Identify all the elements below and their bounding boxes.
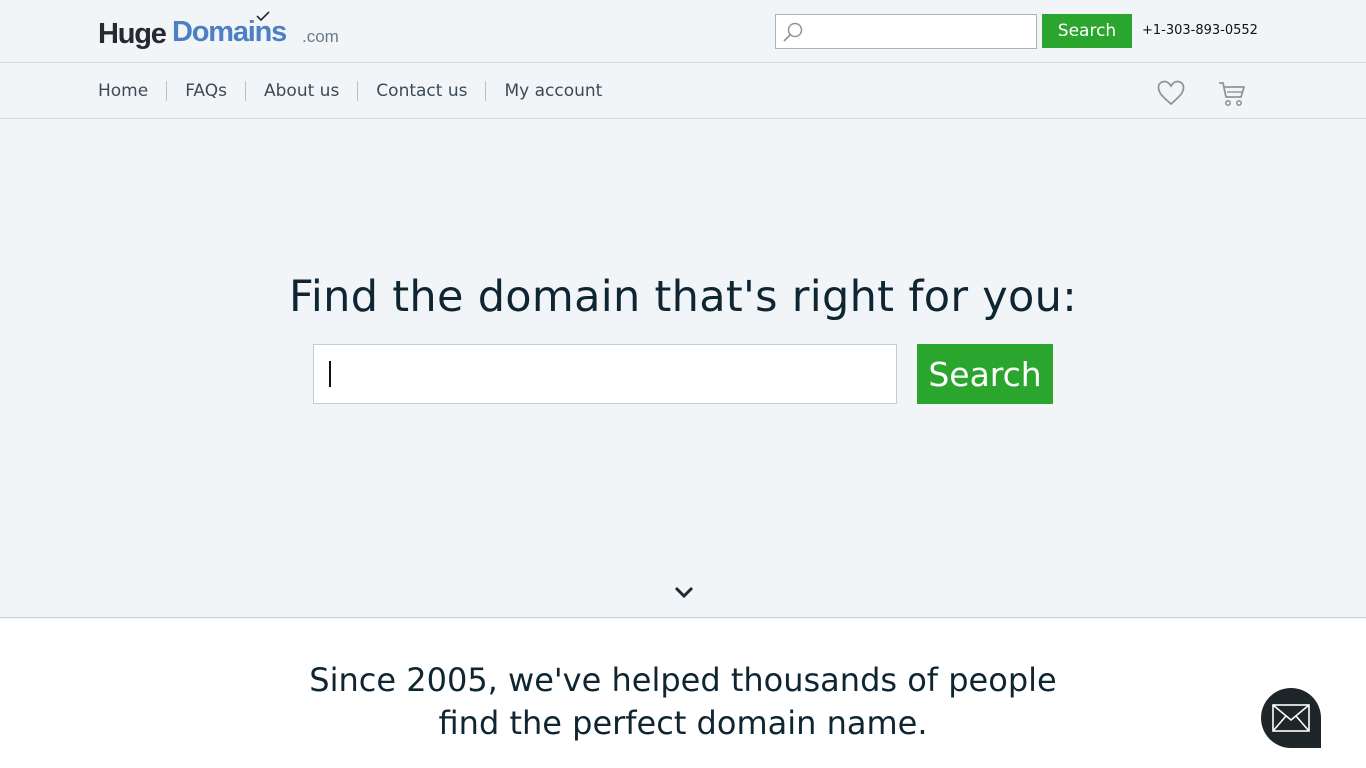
logo-check-icon	[256, 11, 270, 21]
logo-suffix: .com	[302, 27, 339, 46]
phone-number[interactable]: +1-303-893-0552	[1142, 23, 1258, 38]
logo-part-huge: Huge	[98, 18, 167, 50]
text-caret	[329, 361, 331, 387]
top-header: Huge Domains .com Search +1-303-893-0552	[0, 0, 1366, 63]
domain-search-input[interactable]	[313, 344, 897, 404]
hero-section: Find the domain that's right for you: Se…	[0, 119, 1366, 618]
header-search-input[interactable]	[775, 14, 1037, 49]
intro-section: Since 2005, we've helped thousands of pe…	[0, 619, 1366, 768]
nav-home[interactable]: Home	[98, 81, 166, 101]
nav-about-us[interactable]: About us	[245, 81, 357, 101]
intro-tagline: Since 2005, we've helped thousands of pe…	[0, 659, 1366, 745]
header-search-button[interactable]: Search	[1042, 14, 1132, 48]
nav-my-account[interactable]: My account	[485, 81, 620, 101]
domain-search-button[interactable]: Search	[917, 344, 1053, 404]
nav-contact-us[interactable]: Contact us	[357, 81, 485, 101]
main-nav-bar: Home FAQs About us Contact us My account	[0, 63, 1366, 119]
contact-mail-button[interactable]	[1261, 688, 1321, 748]
tagline-line-2: find the perfect domain name.	[438, 704, 928, 742]
mail-icon	[1272, 704, 1310, 732]
nav-faqs[interactable]: FAQs	[166, 81, 245, 101]
chevron-down-icon[interactable]	[673, 585, 695, 599]
hero-title: Find the domain that's right for you:	[288, 272, 1078, 322]
search-icon	[783, 22, 803, 42]
hugedomains-logo[interactable]: Huge Domains .com	[98, 11, 339, 50]
heart-icon[interactable]	[1157, 80, 1185, 106]
tagline-line-1: Since 2005, we've helped thousands of pe…	[309, 661, 1057, 699]
cart-icon[interactable]	[1218, 80, 1246, 108]
main-nav: Home FAQs About us Contact us My account	[98, 81, 620, 101]
